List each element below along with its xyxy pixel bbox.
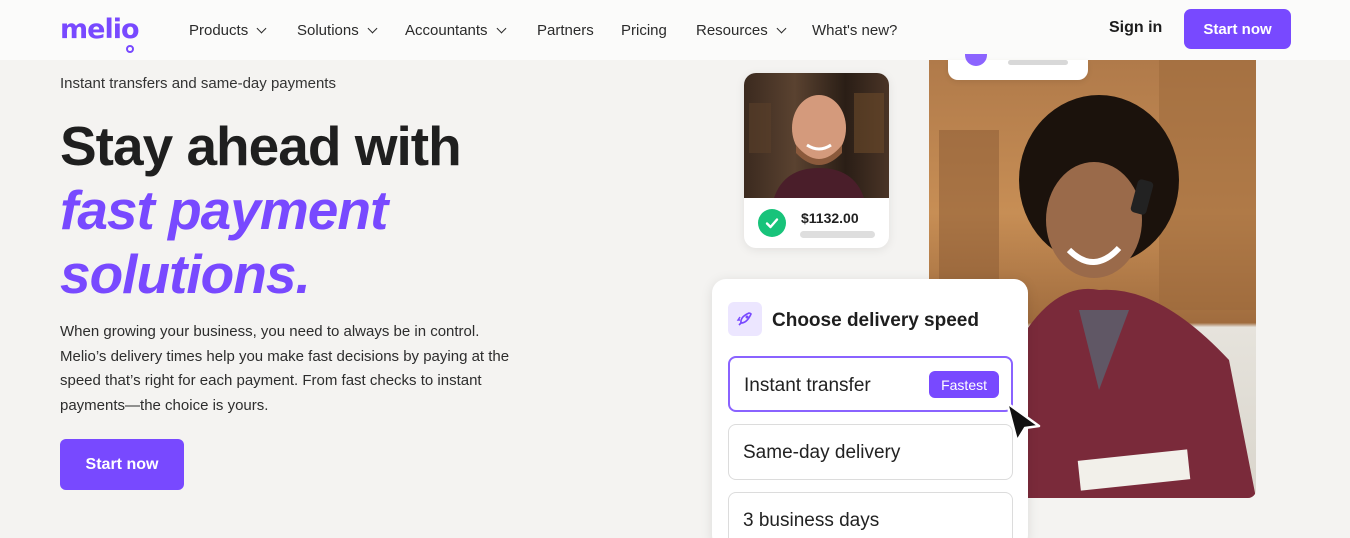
mouse-cursor-icon bbox=[1005, 401, 1041, 443]
payment-received-card: $1132.00 bbox=[744, 73, 889, 248]
fastest-badge: Fastest bbox=[929, 371, 999, 398]
hero-body: When growing your business, you need to … bbox=[60, 323, 510, 414]
status-dot bbox=[965, 54, 987, 66]
man-portrait-photo bbox=[744, 73, 889, 198]
nav-item-resources[interactable]: Resources bbox=[696, 0, 787, 60]
nav-item-label: Partners bbox=[537, 21, 594, 39]
option-label: Instant transfer bbox=[744, 375, 871, 396]
nav-item-label: Accountants bbox=[405, 21, 488, 39]
nav-item-label: What's new? bbox=[812, 21, 898, 39]
logo-text: melio bbox=[60, 14, 140, 45]
nav-start-now-button[interactable]: Start now bbox=[1184, 9, 1291, 49]
option-instant-transfer[interactable]: Instant transfer Fastest bbox=[728, 356, 1013, 412]
hero-start-now-button[interactable]: Start now bbox=[60, 439, 184, 490]
nav-item-whats-new[interactable]: What's new? bbox=[812, 0, 897, 60]
option-label: 3 business days bbox=[743, 510, 880, 531]
nav-item-products[interactable]: Products bbox=[189, 0, 267, 60]
portrait-illustration bbox=[749, 93, 884, 198]
nav-item-label: Products bbox=[189, 21, 249, 39]
melio-logo[interactable]: melio bbox=[60, 14, 140, 53]
top-nav: melio Products Solutions Accountants Par… bbox=[0, 0, 1350, 60]
option-label: Same-day delivery bbox=[743, 442, 901, 463]
logo-dot bbox=[126, 45, 134, 53]
chevron-down-icon bbox=[367, 23, 378, 33]
chevron-down-icon bbox=[776, 23, 787, 33]
hero-title-accent-line1: fast payment bbox=[60, 179, 388, 241]
hero-title-accent-line2: solutions. bbox=[60, 243, 311, 305]
placeholder-bar bbox=[800, 231, 875, 238]
partial-notification-card bbox=[948, 54, 1088, 80]
nav-item-solutions[interactable]: Solutions bbox=[297, 0, 378, 60]
rocket-icon bbox=[728, 302, 762, 336]
checkmark-icon bbox=[758, 209, 786, 237]
nav-item-pricing[interactable]: Pricing bbox=[621, 0, 667, 60]
option-3-business-days[interactable]: 3 business days bbox=[728, 492, 1013, 538]
chevron-down-icon bbox=[496, 23, 507, 33]
nav-item-partners[interactable]: Partners bbox=[537, 0, 594, 60]
payment-amount: $1132.00 bbox=[801, 210, 859, 226]
option-same-day-delivery[interactable]: Same-day delivery bbox=[728, 424, 1013, 480]
hero-title: Stay ahead with bbox=[60, 115, 462, 177]
hero-eyebrow: Instant transfers and same-day payments bbox=[60, 75, 336, 92]
nav-item-accountants[interactable]: Accountants bbox=[405, 0, 507, 60]
placeholder-bar bbox=[1008, 60, 1068, 65]
hero-title-accent: fast payment solutions. bbox=[60, 178, 580, 306]
delivery-speed-title: Choose delivery speed bbox=[772, 310, 979, 331]
nav-item-label: Solutions bbox=[297, 21, 359, 39]
nav-item-label: Resources bbox=[696, 21, 768, 39]
chevron-down-icon bbox=[256, 23, 267, 33]
sign-in-link[interactable]: Sign in bbox=[1109, 19, 1162, 37]
nav-item-label: Pricing bbox=[621, 21, 667, 39]
delivery-speed-card: Choose delivery speed Instant transfer F… bbox=[712, 279, 1028, 538]
